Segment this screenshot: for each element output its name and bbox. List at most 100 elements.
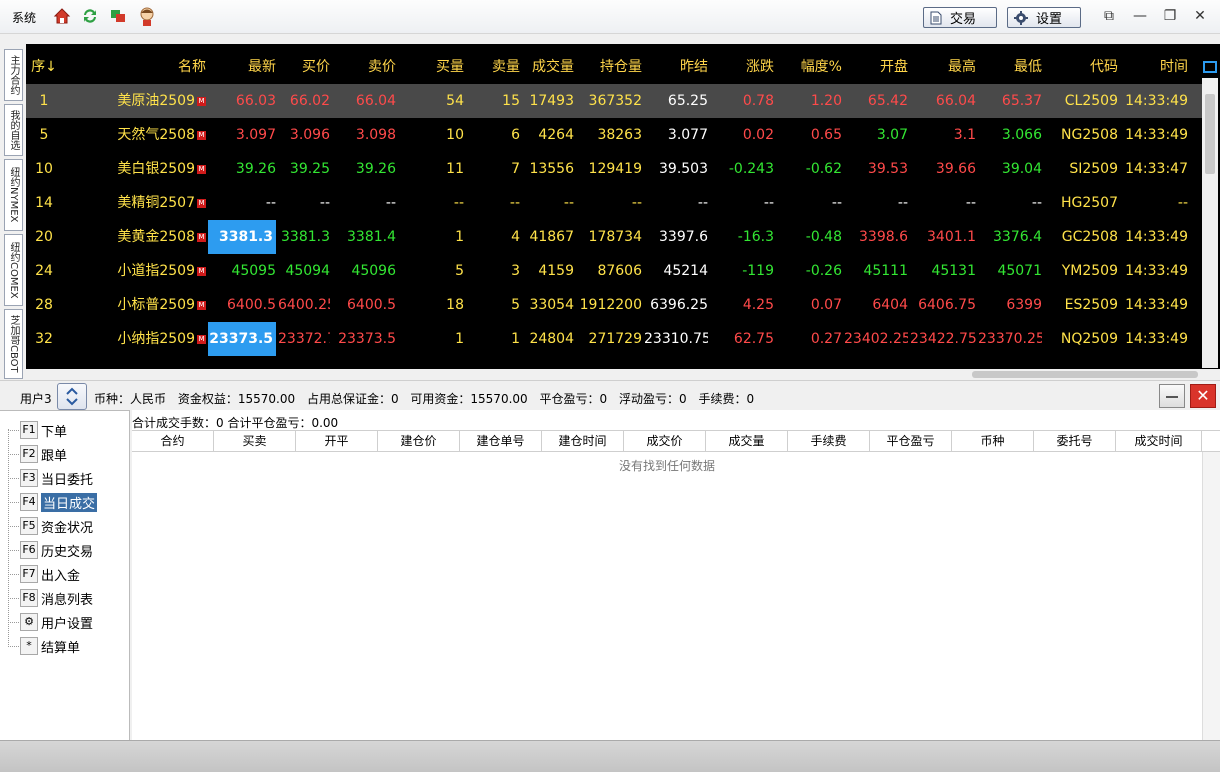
- tab-cbot[interactable]: 芝加哥CBOT: [4, 309, 23, 379]
- cell-low: 39.04: [1001, 161, 1042, 177]
- scroll-thumb[interactable]: [972, 371, 1198, 378]
- nav-item-7[interactable]: F7 出入金: [20, 564, 80, 584]
- cell-chg: 0.78: [742, 93, 774, 109]
- column-header-askvol[interactable]: 卖量: [466, 50, 520, 84]
- column-header-time[interactable]: 时间: [1120, 50, 1188, 84]
- trade-column-header[interactable]: 币种: [952, 431, 1034, 452]
- column-header-low[interactable]: 最低: [978, 50, 1042, 84]
- cell-seq: 1: [39, 93, 49, 109]
- quote-row[interactable]: 28小标普2509M6400.56400.256400.518533054191…: [26, 288, 1202, 322]
- column-header-open[interactable]: 开盘: [844, 50, 908, 84]
- column-header-bid[interactable]: 买价: [278, 50, 330, 84]
- quote-vertical-scrollbar[interactable]: [1202, 78, 1218, 368]
- nav-item-5[interactable]: F5 资金状况: [20, 516, 93, 536]
- main-contract-badge-icon: M: [197, 232, 206, 242]
- nav-key: F3: [20, 469, 38, 487]
- panel-minimize-button[interactable]: [1159, 384, 1185, 408]
- column-header-pct[interactable]: 幅度%: [776, 50, 842, 84]
- refresh-icon[interactable]: [80, 6, 100, 26]
- quote-horizontal-scrollbar[interactable]: [970, 369, 1202, 380]
- quote-row[interactable]: 1 美原油2509 M 66.03 66.02 66.04 54 15 17493 367352 6…: [26, 84, 1202, 118]
- cell-oi: 1912200: [579, 297, 642, 313]
- trade-button[interactable]: 交易: [923, 7, 997, 28]
- cell-last: 23373.5: [208, 322, 276, 356]
- quote-row[interactable]: 5 天然气2508 M 3.097 3.096 3.098 10 6 4264 38263 3.07…: [26, 118, 1202, 152]
- system-menu[interactable]: 系统: [12, 9, 36, 26]
- windows-icon[interactable]: [108, 6, 128, 26]
- trade-column-header[interactable]: 委托号: [1034, 431, 1116, 452]
- column-header-code[interactable]: 代码: [1044, 50, 1118, 84]
- cell-last: 3.097: [235, 127, 276, 143]
- cell-name: 小道指2509 M: [66, 254, 206, 288]
- nav-item-9[interactable]: ⚙ 用户设置: [20, 612, 93, 632]
- quote-row[interactable]: 24 小道指2509 M 45095 45094 45096 5 3 4159 87606 4521…: [26, 254, 1202, 288]
- nav-key: F4: [20, 493, 38, 511]
- nav-label: 资金状况: [41, 520, 94, 536]
- trade-column-header[interactable]: 手续费: [788, 431, 870, 452]
- tab-watchlist[interactable]: 我的自选: [4, 104, 23, 156]
- trade-column-header[interactable]: 平仓盈亏: [870, 431, 952, 452]
- close-icon[interactable]: ✕: [1190, 7, 1210, 25]
- trade-vertical-scrollbar[interactable]: [1202, 452, 1220, 740]
- column-header-prev[interactable]: 昨结: [644, 50, 708, 84]
- popout-icon[interactable]: ⧉: [1099, 7, 1119, 25]
- trade-column-header[interactable]: 成交量: [706, 431, 788, 452]
- cell-vol: 4159: [538, 263, 574, 279]
- column-header-oi[interactable]: 持仓量: [576, 50, 642, 84]
- nav-item-1[interactable]: F1 下单: [20, 420, 67, 440]
- column-config-icon[interactable]: [1203, 61, 1217, 73]
- column-header-ask[interactable]: 卖价: [332, 50, 396, 84]
- avatar-icon[interactable]: [137, 6, 157, 26]
- nav-item-3[interactable]: F3 当日委托: [20, 468, 93, 488]
- quote-row[interactable]: 32小纳指2509M23373.523372.7523373.511248042…: [26, 322, 1202, 356]
- cell-high: 23422.75: [910, 331, 976, 347]
- cell-seq: 28: [35, 297, 53, 313]
- nav-key: F5: [20, 517, 38, 535]
- cell-open: --: [897, 195, 908, 211]
- cell-vol: 24804: [529, 331, 574, 347]
- trade-column-header[interactable]: 建仓单号: [460, 431, 542, 452]
- tab-nymex[interactable]: 纽约NYMEX: [4, 159, 23, 231]
- column-header-vol[interactable]: 成交量: [522, 50, 574, 84]
- column-header-seq[interactable]: 序↓: [26, 50, 62, 84]
- trade-detail-pane: 合计成交手数：0 合计平仓盈亏：0.00 合约 买卖 开平 建仓价 建仓单号 建仓时间 成交…: [132, 410, 1220, 740]
- home-icon[interactable]: [52, 6, 72, 26]
- tab-main-contracts[interactable]: 主力合约: [4, 49, 23, 101]
- maximize-icon[interactable]: ❐: [1160, 7, 1180, 25]
- nav-item-8[interactable]: F8 消息列表: [20, 588, 93, 608]
- panel-close-button[interactable]: ✕: [1190, 384, 1216, 408]
- nav-item-2[interactable]: F2 跟单: [20, 444, 67, 464]
- user-switch-stepper[interactable]: [57, 383, 87, 410]
- column-header-name[interactable]: 名称: [66, 50, 206, 84]
- tab-comex[interactable]: 纽约COMEX: [4, 234, 23, 306]
- minimize-icon[interactable]: —: [1130, 7, 1150, 25]
- quote-row[interactable]: 14 美精铜2507 M -- -- -- -- -- -- -- -- -- -- -- -- -- HG25…: [26, 186, 1202, 220]
- trade-column-header[interactable]: 建仓价: [378, 431, 460, 452]
- trade-column-header[interactable]: 合约: [132, 431, 214, 452]
- column-header-last[interactable]: 最新: [208, 50, 276, 84]
- column-header-bidvol[interactable]: 买量: [398, 50, 464, 84]
- nav-item-10[interactable]: * 结算单: [20, 636, 80, 656]
- settings-button[interactable]: 设置: [1007, 7, 1081, 28]
- cell-open: 45111: [863, 263, 908, 279]
- column-header-chg[interactable]: 涨跌: [710, 50, 774, 84]
- cell-seq: 10: [35, 161, 53, 177]
- cell-oi: 129419: [588, 161, 642, 177]
- quote-row[interactable]: 10 美白银2509 M 39.26 39.25 39.26 11 7 13556 129419 3…: [26, 152, 1202, 186]
- settings-button-label: 设置: [1036, 12, 1063, 27]
- cell-bidvol: --: [453, 195, 464, 211]
- cell-last: 6400.5: [227, 297, 276, 313]
- float-profit: 浮动盈亏：0: [618, 392, 687, 406]
- cell-time: --: [1177, 195, 1188, 211]
- column-header-high[interactable]: 最高: [910, 50, 976, 84]
- nav-item-6[interactable]: F6 历史交易: [20, 540, 93, 560]
- trade-column-header[interactable]: 建仓时间: [542, 431, 624, 452]
- trade-column-header[interactable]: 成交时间: [1116, 431, 1202, 452]
- trade-column-header[interactable]: 买卖: [214, 431, 296, 452]
- quote-row[interactable]: 20 美黄金2508 M 3381.3 3381.3 3381.4 1 4 41867 17873…: [26, 220, 1202, 254]
- scroll-thumb[interactable]: [1205, 94, 1215, 174]
- trade-column-header[interactable]: 开平: [296, 431, 378, 452]
- nav-item-4[interactable]: F4 当日成交: [20, 492, 98, 512]
- cell-askvol: 7: [511, 161, 520, 177]
- trade-column-header[interactable]: 成交价: [624, 431, 706, 452]
